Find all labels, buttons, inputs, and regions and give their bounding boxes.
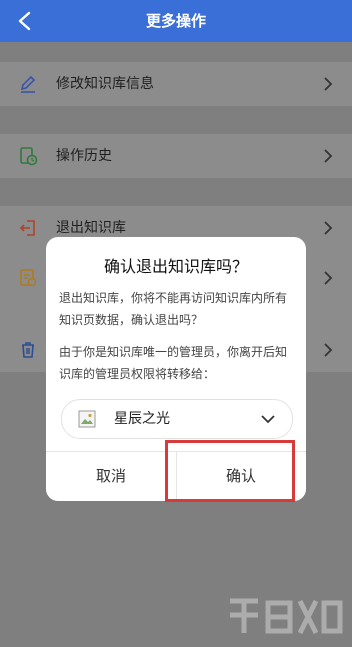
dialog-title: 确认退出知识库吗？ — [103, 257, 248, 276]
admin-transfer-select[interactable]: 星辰之光 — [61, 399, 293, 439]
dialog-message-exit: 退出知识库，你将不能再访问知识库内所有知识页数据，确认退出吗？ — [59, 291, 288, 327]
chevron-down-icon — [261, 415, 275, 424]
dialog-message-transfer: 由于你是知识库唯一的管理员，你离开后知识库的管理员权限将转移给： — [59, 345, 288, 381]
selected-user-name: 星辰之光 — [114, 411, 170, 427]
cancel-button[interactable]: 取消 — [46, 451, 176, 501]
confirm-highlight-box — [165, 440, 295, 502]
watermark-logo — [230, 598, 343, 635]
avatar-image-icon — [78, 410, 96, 428]
